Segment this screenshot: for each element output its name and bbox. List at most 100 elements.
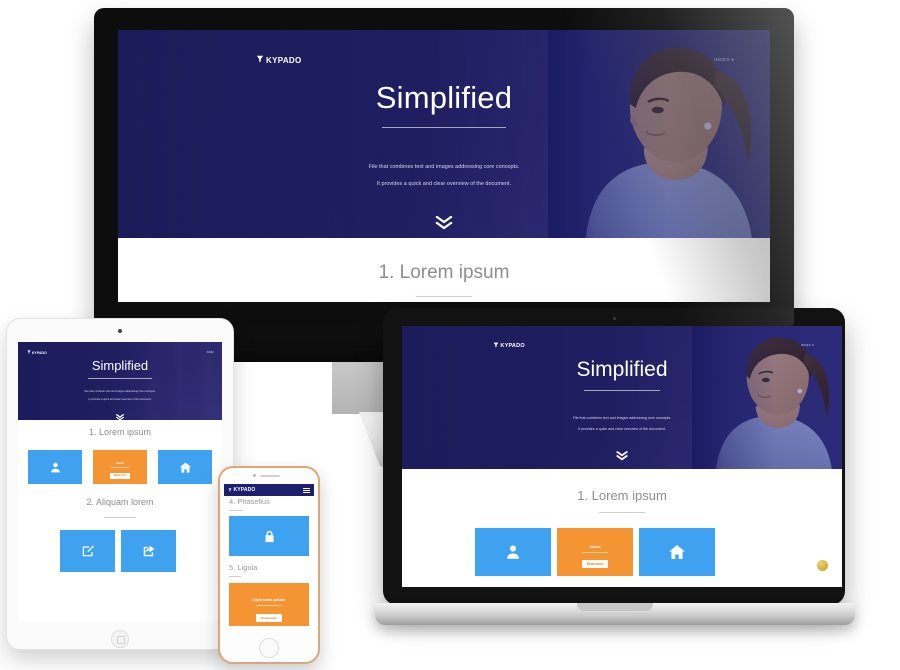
nav-index-label: INDEX <box>206 351 214 354</box>
hero-title-laptop: Simplified <box>576 358 668 381</box>
chevron-double-down-icon <box>616 450 628 461</box>
nav-index-label: INDEX <box>800 343 812 347</box>
scroll-down-chevron-laptop[interactable] <box>402 448 842 466</box>
section-rule-laptop <box>599 512 645 513</box>
hero-content-desktop: KYPADO INDEX ▾ Simplified File that comb… <box>118 30 770 238</box>
nav-index-laptop[interactable]: INDEX ▾ <box>801 343 814 347</box>
hero-subtitle-1-tablet: File that combines text and images addre… <box>84 390 156 393</box>
chevron-down-icon: ▾ <box>731 57 734 62</box>
phone: KYPADO 4. Phasellus 5. Ligula Ligula luc… <box>218 466 320 664</box>
laptop-notch <box>577 603 653 611</box>
hero-rule-desktop <box>382 127 506 128</box>
brand-mark-icon <box>256 55 264 65</box>
chevron-down-icon: ▾ <box>812 343 814 347</box>
hero-section-desktop: KYPADO INDEX ▾ Simplified File that comb… <box>118 30 770 238</box>
hero-content-laptop: KYPADO INDEX ▾ Simplified File that comb… <box>402 326 842 469</box>
read-more-button-laptop[interactable]: Read more <box>581 560 609 568</box>
card-share-tablet[interactable] <box>121 530 176 572</box>
nav-index-desktop[interactable]: INDEX ▾ <box>714 57 734 63</box>
laptop-bezel: KYPADO INDEX ▾ Simplified File that comb… <box>383 308 845 605</box>
section-rule-2-tablet <box>104 517 136 518</box>
brand-name-laptop: KYPADO <box>500 343 525 349</box>
card-promo-tablet[interactable]: Autem Read more <box>93 450 147 484</box>
hero-section-laptop: KYPADO INDEX ▾ Simplified File that comb… <box>402 326 842 469</box>
scroll-down-chevron-tablet[interactable] <box>18 408 222 420</box>
website-phone: KYPADO 4. Phasellus 5. Ligula Ligula luc… <box>224 484 314 634</box>
card-person-tablet[interactable] <box>28 450 82 484</box>
person-icon <box>50 462 60 472</box>
hero-title-desktop: Simplified <box>375 80 513 115</box>
home-icon <box>669 545 685 560</box>
brand-logo-phone[interactable]: KYPADO <box>228 487 255 493</box>
hero-rule-tablet <box>88 378 152 379</box>
section-title-5-phone: 5. Ligula <box>229 563 258 572</box>
hero-subtitle-2-tablet: It provides a quick and clear overview o… <box>88 398 152 401</box>
read-more-button-phone[interactable]: Read more <box>256 614 282 622</box>
laptop: KYPADO INDEX ▾ Simplified File that comb… <box>375 308 855 643</box>
website-laptop: KYPADO INDEX ▾ Simplified File that comb… <box>402 326 842 587</box>
edit-pencil-icon <box>82 545 94 557</box>
tablet: KYPADO INDEX Simplified File that combin… <box>6 318 234 650</box>
lock-icon <box>265 530 273 542</box>
home-icon <box>179 462 191 473</box>
phone-home-button[interactable] <box>259 638 279 658</box>
desktop-screen: KYPADO INDEX ▾ Simplified File that comb… <box>118 30 770 302</box>
monitor-bezel: KYPADO INDEX ▾ Simplified File that comb… <box>94 8 794 326</box>
card-promo-rule-laptop <box>582 552 608 553</box>
card-promo-title-laptop: Autem <box>589 545 601 549</box>
phone-navbar: KYPADO <box>224 484 314 496</box>
hero-subtitle-1-desktop: File that combines text and images addre… <box>368 164 520 170</box>
card-home-tablet[interactable] <box>158 450 212 484</box>
card-promo-phone[interactable]: Ligula luctus pulvinar Read more <box>229 583 309 626</box>
responsive-device-showcase: KYPADO INDEX ▾ Simplified File that comb… <box>0 0 900 670</box>
hero-subtitle-1-laptop: File that combines text and images addre… <box>572 416 672 420</box>
read-more-button-tablet[interactable]: Read more <box>109 472 131 479</box>
tablet-home-button[interactable] <box>111 630 129 648</box>
hero-content-tablet: KYPADO INDEX Simplified File that combin… <box>18 342 222 420</box>
gold-badge[interactable] <box>817 560 828 571</box>
nav-index-tablet[interactable]: INDEX <box>207 351 214 354</box>
card-promo-title-phone: Ligula luctus pulvinar <box>252 598 286 602</box>
card-home-laptop[interactable] <box>639 528 715 576</box>
tablet-camera-icon <box>118 329 122 333</box>
laptop-screen: KYPADO INDEX ▾ Simplified File that comb… <box>402 326 842 587</box>
hamburger-menu-icon[interactable] <box>303 487 310 493</box>
hero-subtitle-2-desktop: It provides a quick and clear overview o… <box>376 181 512 187</box>
section-rule-desktop <box>416 296 472 297</box>
card-promo-laptop[interactable]: Autem Read more <box>557 528 633 576</box>
hero-subtitle-2-laptop: It provides a quick and clear overview o… <box>578 427 666 431</box>
nav-index-label: INDEX <box>714 57 730 62</box>
brand-logo-tablet[interactable]: KYPADO <box>27 350 47 355</box>
hero-rule-laptop <box>584 390 660 391</box>
section-title-4-phone: 4. Phasellus <box>229 497 270 506</box>
website-desktop: KYPADO INDEX ▾ Simplified File that comb… <box>118 30 770 302</box>
section-rule-4-phone <box>229 510 243 511</box>
share-arrow-icon <box>143 545 154 557</box>
card-lock-phone[interactable] <box>229 516 309 556</box>
brand-name-tablet: KYPADO <box>31 350 47 355</box>
chevron-double-down-icon <box>115 413 125 420</box>
section-title-2-tablet: 2. Aliquam lorem <box>86 497 154 507</box>
card-edit-tablet[interactable] <box>60 530 115 572</box>
tablet-screen: KYPADO INDEX Simplified File that combin… <box>18 342 222 622</box>
card-promo-rule-tablet <box>111 466 129 468</box>
card-promo-rule-phone <box>256 605 282 606</box>
brand-mark-icon <box>493 342 499 350</box>
hero-section-tablet: KYPADO INDEX Simplified File that combin… <box>18 342 222 420</box>
brand-mark-icon <box>27 350 31 355</box>
hero-title-tablet: Simplified <box>91 358 149 373</box>
brand-logo-desktop[interactable]: KYPADO <box>256 55 302 65</box>
laptop-camera-icon <box>612 317 616 320</box>
brand-logo-laptop[interactable]: KYPADO <box>493 342 525 350</box>
phone-camera-icon <box>253 474 256 477</box>
website-tablet: KYPADO INDEX Simplified File that combin… <box>18 342 222 622</box>
chevron-double-down-icon <box>435 215 453 230</box>
brand-name-desktop: KYPADO <box>266 55 302 65</box>
scroll-down-chevron-desktop[interactable] <box>118 215 770 235</box>
card-person-laptop[interactable] <box>475 528 551 576</box>
section-title-1-desktop: 1. Lorem ipsum <box>378 262 510 283</box>
brand-name-phone: KYPADO <box>233 487 256 493</box>
person-icon <box>507 545 519 559</box>
section-rule-5-phone <box>229 576 241 577</box>
section-title-1-laptop: 1. Lorem ipsum <box>577 488 667 503</box>
